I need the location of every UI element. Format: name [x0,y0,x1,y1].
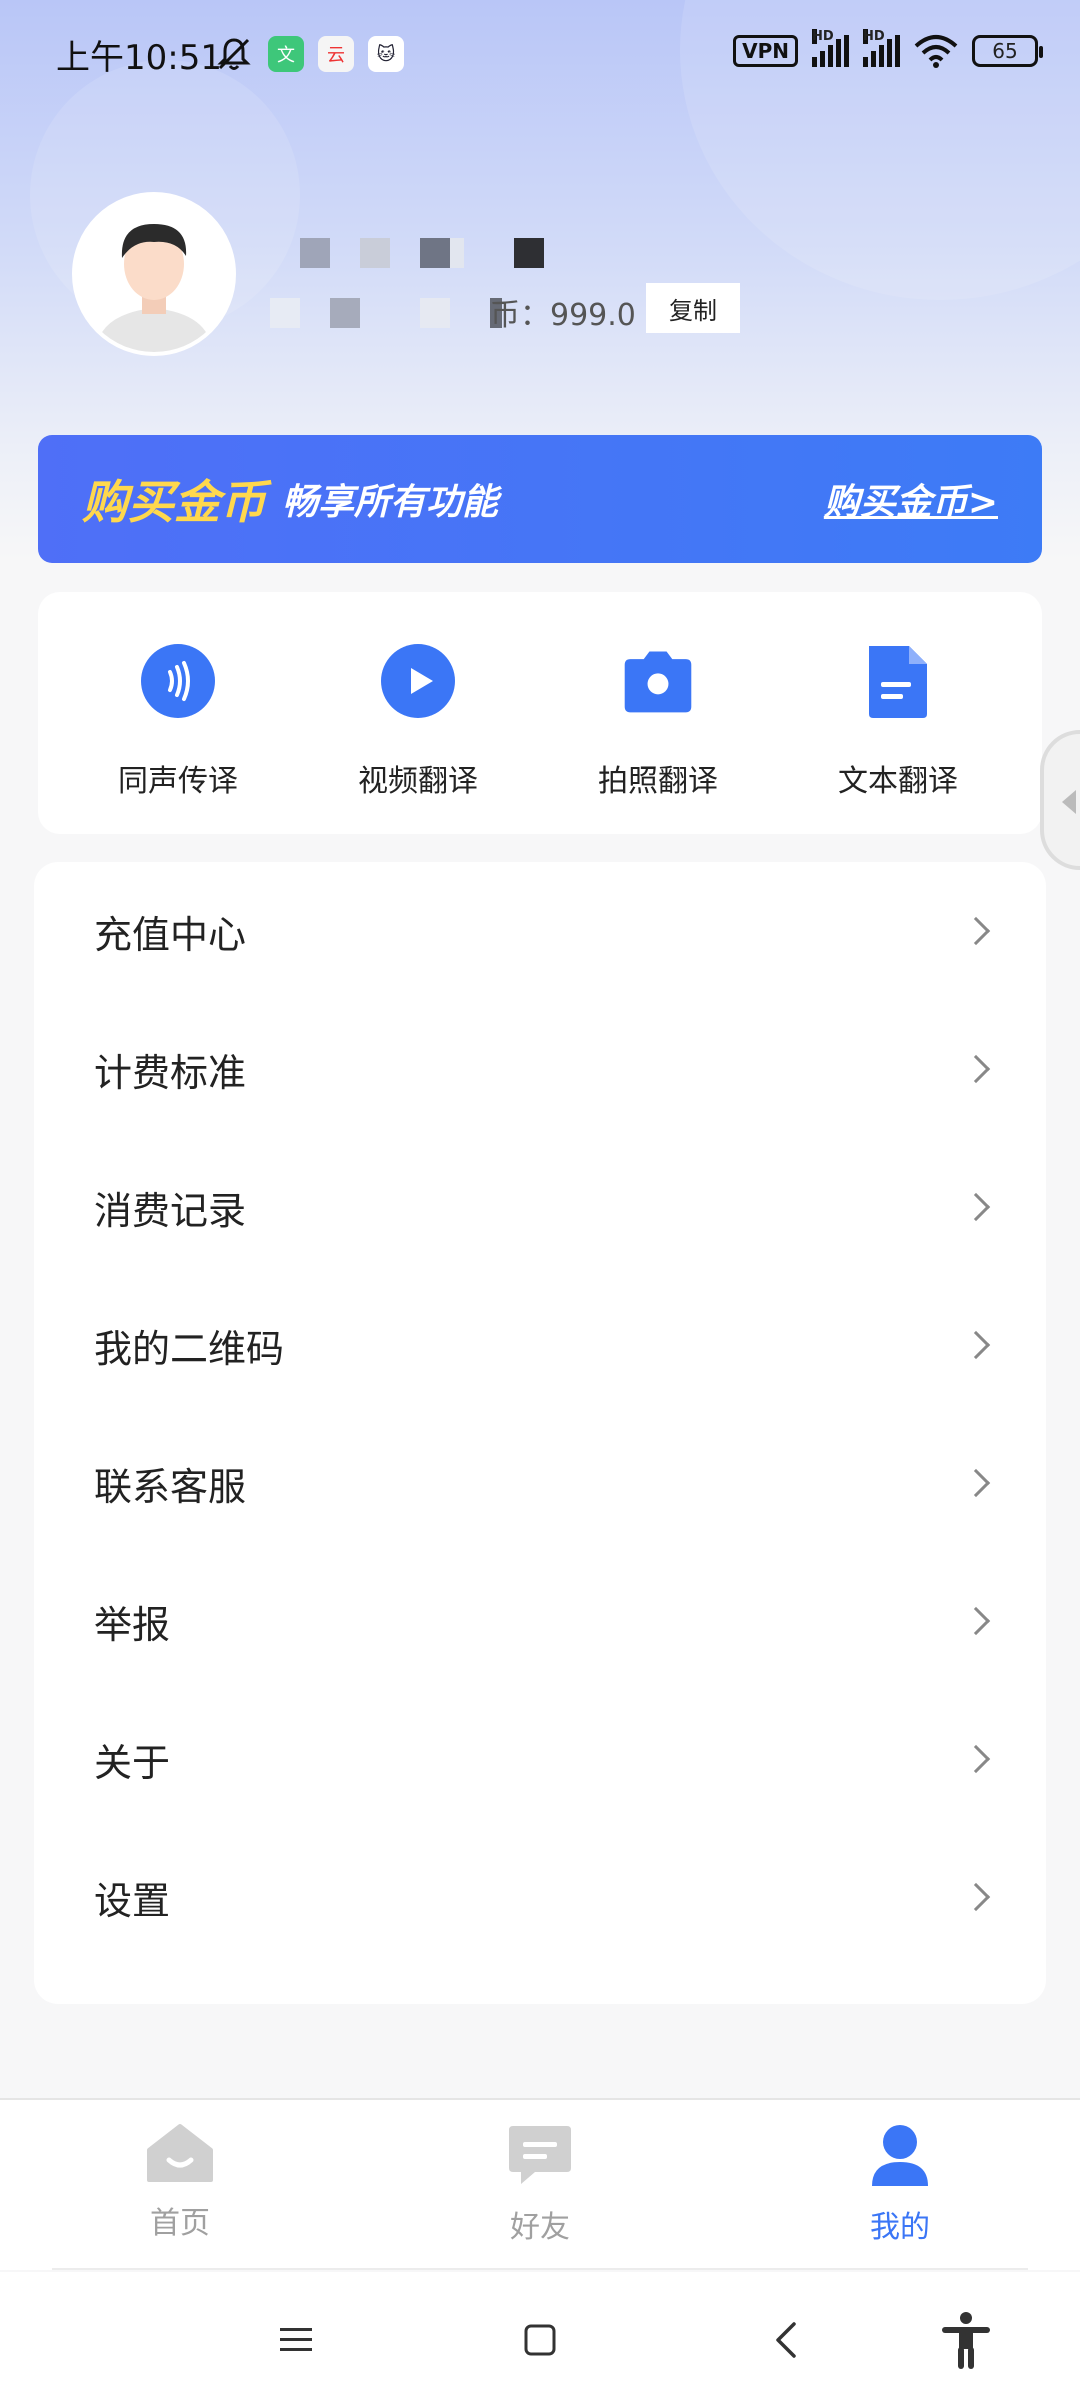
hd-label: HD [863,29,885,44]
menu-item-report[interactable]: 举报 [34,1552,1046,1690]
menu-item-label: 联系客服 [94,1464,247,1509]
accessibility-icon [942,2312,990,2369]
menu-item-consumption-records[interactable]: 消费记录 [34,1138,1046,1276]
avatar[interactable] [72,192,236,356]
status-bar: 上午10:51 文 云 🐱 VPN HD HD 65 [0,0,1080,105]
menu-item-about[interactable]: 关于 [34,1690,1046,1828]
chevron-right-icon [961,1054,991,1084]
feature-label: 同声传译 [118,764,238,799]
banner-subtitle: 畅享所有功能 [282,482,499,523]
chevron-right-icon [961,1468,991,1498]
buy-coins-banner[interactable]: 购买金币 畅享所有功能 购买金币> [38,435,1042,563]
camera-icon [619,642,697,720]
feature-photo-translation[interactable]: 拍照翻译 [538,592,778,834]
nav-accessibility-button[interactable] [936,2312,996,2369]
menu-item-label: 举报 [94,1602,171,1647]
menu-item-label: 我的二维码 [94,1326,285,1371]
chevron-right-icon [961,1330,991,1360]
feature-label: 视频翻译 [358,764,478,799]
tab-label: 我的 [870,2210,930,2245]
app-notification-icon: 🐱 [368,36,404,72]
feature-text-translation[interactable]: 文本翻译 [778,592,1018,834]
buy-coins-link[interactable]: 购买金币> [824,473,998,525]
feature-label: 文本翻译 [838,764,958,799]
vpn-icon: VPN [733,35,798,67]
document-icon [859,642,937,720]
status-notification-icons: 文 云 🐱 [214,34,404,74]
square-icon [524,2324,556,2356]
user-avatar-icon [76,196,232,352]
banner-title: 购买金币 [82,475,266,529]
chevron-right-icon [961,1606,991,1636]
tab-label: 好友 [510,2210,570,2245]
chevron-right-icon [961,1882,991,1912]
copy-button[interactable]: 复制 [646,283,740,333]
nav-home-button[interactable] [510,2312,570,2368]
floating-side-handle[interactable] [1040,730,1080,870]
status-system-icons: VPN HD HD 65 [733,29,1043,68]
divider [52,2268,1028,2270]
tab-mine[interactable]: 我的 [800,2122,1000,2246]
wifi-icon [914,35,958,68]
nav-back-button[interactable] [756,2312,816,2368]
menu-item-label: 充值中心 [94,912,247,957]
nickname-censored [300,238,544,268]
bottom-tab-bar: 首页 好友 我的 [0,2098,1080,2270]
home-icon [147,2124,213,2182]
sound-wave-icon [139,642,217,720]
user-icon [872,2125,928,2186]
nav-menu-button[interactable] [266,2312,326,2368]
feature-grid: 同声传译 视频翻译 拍照翻译 文本翻译 [38,592,1042,834]
tab-label: 首页 [150,2206,210,2241]
back-arrow-icon [776,2322,796,2358]
chevron-right-icon [961,1744,991,1774]
menu-item-billing-standard[interactable]: 计费标准 [34,1000,1046,1138]
menu-lines-icon [280,2328,312,2351]
chat-icon [509,2126,571,2184]
battery-level: 65 [992,39,1018,63]
signal-icon: HD [812,29,849,67]
status-time: 上午10:51 [56,38,222,78]
chevron-right-icon [961,1192,991,1222]
coin-balance: 币：999.0 [490,298,636,333]
feature-label: 拍照翻译 [598,764,718,799]
signal-icon: HD [863,29,900,67]
menu-item-label: 消费记录 [94,1188,247,1233]
menu-item-customer-service[interactable]: 联系客服 [34,1414,1046,1552]
chevron-right-icon [961,916,991,946]
app-notification-icon: 云 [318,36,354,72]
hd-label: HD [812,29,834,44]
system-navigation-bar [0,2272,1080,2400]
menu-item-label: 计费标准 [94,1050,247,1095]
menu-item-label: 关于 [94,1740,171,1785]
mute-bell-icon [217,38,251,70]
settings-menu: 充值中心 计费标准 消费记录 我的二维码 联系客服 举报 关于 设置 [34,862,1046,2004]
tab-home[interactable]: 首页 [80,2122,280,2242]
app-notification-icon: 文 [268,36,304,72]
feature-video-translation[interactable]: 视频翻译 [298,592,538,834]
menu-item-settings[interactable]: 设置 [34,1828,1046,1966]
feature-simultaneous-interpretation[interactable]: 同声传译 [58,592,298,834]
menu-item-my-qr-code[interactable]: 我的二维码 [34,1276,1046,1414]
user-id-censored [270,298,502,328]
menu-item-label: 设置 [94,1878,171,1923]
battery-icon: 65 [972,35,1043,67]
tab-friends[interactable]: 好友 [440,2122,640,2246]
play-icon [379,642,457,720]
menu-item-recharge-center[interactable]: 充值中心 [34,862,1046,1000]
